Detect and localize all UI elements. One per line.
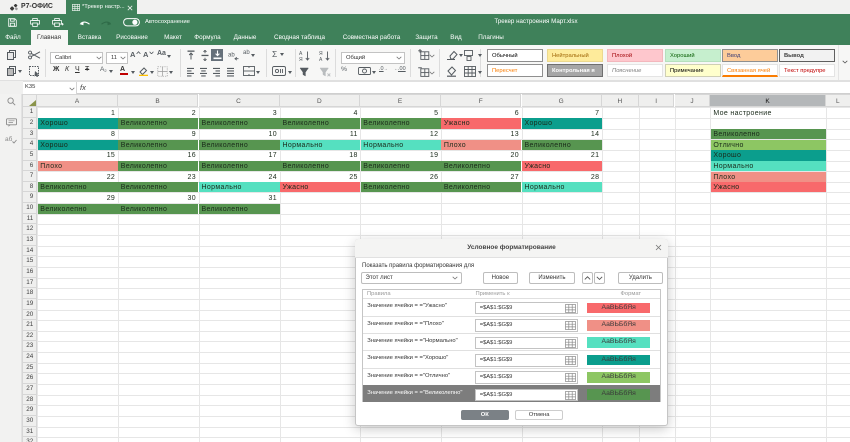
svg-text:А: А bbox=[319, 57, 323, 62]
svg-text:ab: ab bbox=[228, 53, 235, 59]
svg-text:Я: Я bbox=[299, 57, 303, 62]
svg-text:аб: аб bbox=[5, 135, 13, 143]
